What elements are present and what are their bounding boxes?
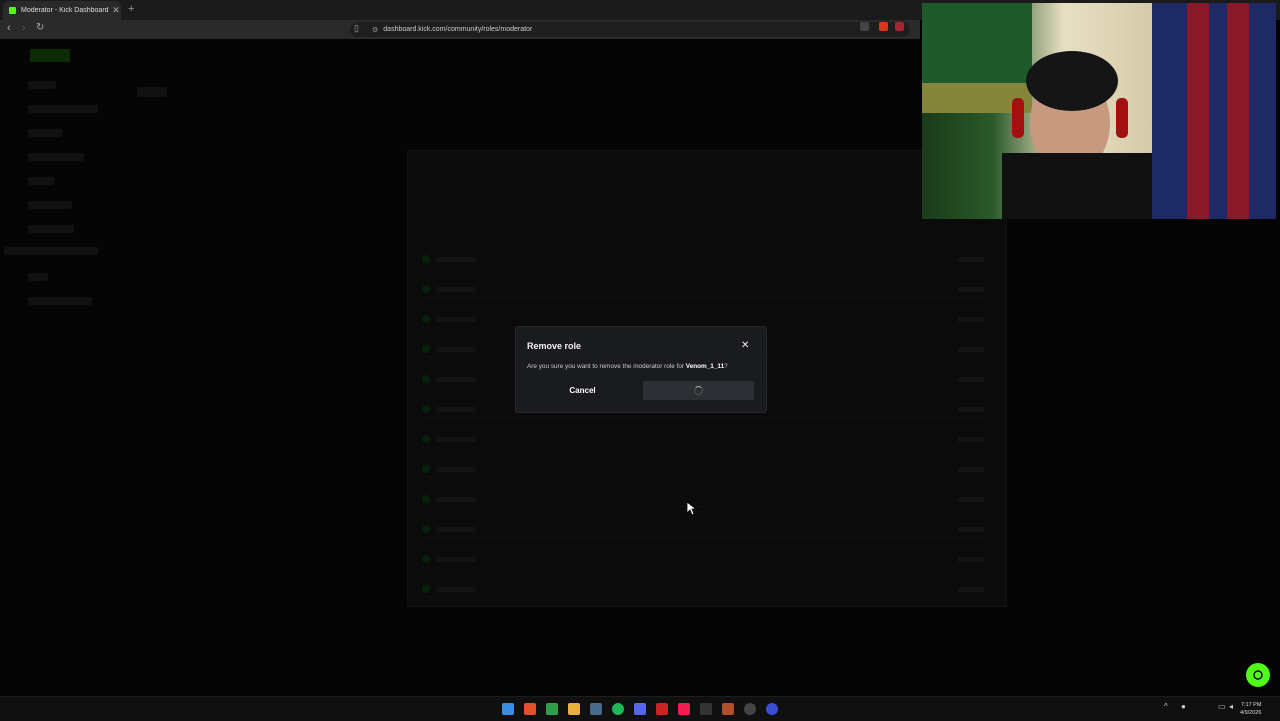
page-heading	[137, 87, 167, 97]
volume-icon[interactable]: ◂	[1229, 702, 1233, 711]
kick-favicon-icon	[9, 7, 16, 14]
sidebar-item	[28, 105, 98, 113]
cancel-button[interactable]: Cancel	[527, 381, 638, 400]
clock-time: 7:17 PM	[1240, 702, 1262, 708]
reload-icon[interactable]: ↻	[36, 22, 44, 33]
webcam-image	[922, 3, 1276, 219]
tab-title: Moderator - Kick Dashboard	[21, 7, 109, 14]
taskbar-clock[interactable]: 7:17 PM 4/9/2026	[1240, 701, 1261, 717]
remove-role-dialog: Remove role ✕ Are you sure you want to r…	[515, 326, 767, 413]
message-suffix: ?	[724, 363, 728, 370]
tiktok-icon[interactable]	[678, 703, 690, 715]
brave-rewards-icon[interactable]	[895, 22, 904, 31]
sidebar-item	[28, 201, 72, 209]
webcam-overlay	[922, 3, 1276, 219]
windows-start-icon[interactable]	[502, 703, 514, 715]
dialog-message: Are you sure you want to remove the mode…	[527, 363, 728, 370]
tab-close-icon[interactable]: ✕	[111, 5, 121, 16]
spotify-icon[interactable]	[612, 703, 624, 715]
sidebar-item	[28, 129, 62, 137]
clock-date: 4/9/2026	[1240, 710, 1262, 716]
close-icon[interactable]: ✕	[741, 340, 749, 351]
dialog-title: Remove role	[527, 341, 582, 351]
bookmark-icon[interactable]: ▯	[354, 23, 359, 34]
browser-tab[interactable]: Moderator - Kick Dashboard ✕	[3, 1, 121, 20]
discord-icon[interactable]	[634, 703, 646, 715]
table-row	[420, 552, 990, 567]
sidebar-item-active	[4, 247, 98, 255]
brave-browser-icon[interactable]	[524, 703, 536, 715]
table-row	[420, 522, 990, 537]
table-row	[420, 582, 990, 597]
windows-taskbar: ^ ● ▭ ◂ 7:17 PM 4/9/2026	[0, 696, 1280, 721]
message-text: Are you sure you want to remove the mode…	[527, 363, 686, 370]
display-icon[interactable]: ▭	[1218, 702, 1226, 711]
url-text: dashboard.kick.com/community/roles/moder…	[383, 26, 533, 33]
new-tab-button[interactable]: +	[128, 3, 134, 15]
cortana-icon[interactable]	[766, 703, 778, 715]
obs-icon[interactable]	[744, 703, 756, 715]
table-row	[420, 492, 990, 507]
table-row	[420, 252, 990, 267]
sidebar-item	[28, 153, 84, 161]
confirm-remove-button[interactable]	[643, 381, 754, 400]
table-row	[420, 282, 990, 297]
xbox-icon[interactable]	[546, 703, 558, 715]
sidebar-item	[28, 177, 54, 185]
site-info-icon[interactable]: ⚙	[372, 26, 378, 34]
back-icon[interactable]: ‹	[7, 22, 11, 34]
mouse-cursor-icon	[687, 502, 697, 516]
share-icon[interactable]	[860, 22, 869, 31]
calendar-icon[interactable]	[590, 703, 602, 715]
brave-shields-icon[interactable]	[879, 22, 888, 31]
tray-overflow-icon[interactable]: ^	[1164, 702, 1168, 711]
microphone-icon[interactable]: ●	[1181, 702, 1186, 711]
sidebar-item	[28, 225, 74, 233]
kick-logo	[30, 49, 70, 62]
address-bar[interactable]: ▯ ⚙ dashboard.kick.com/community/roles/m…	[350, 22, 910, 37]
media-app-icon[interactable]	[656, 703, 668, 715]
chat-icon	[1253, 670, 1263, 680]
file-explorer-icon[interactable]	[568, 703, 580, 715]
table-row	[420, 312, 990, 327]
table-row	[420, 462, 990, 477]
capcut-icon[interactable]	[700, 703, 712, 715]
forward-icon[interactable]: ›	[22, 22, 26, 34]
table-row	[420, 432, 990, 447]
help-chat-button[interactable]	[1246, 663, 1270, 687]
sidebar-item	[28, 81, 56, 89]
loading-spinner-icon	[694, 386, 703, 395]
app-icon[interactable]	[722, 703, 734, 715]
sidebar-item	[28, 297, 92, 305]
sidebar-item	[28, 273, 48, 281]
browser-toolbar: ‹ › ↻ ▯ ⚙ dashboard.kick.com/community/r…	[0, 20, 920, 39]
username-text: Venom_1_11	[685, 363, 725, 370]
